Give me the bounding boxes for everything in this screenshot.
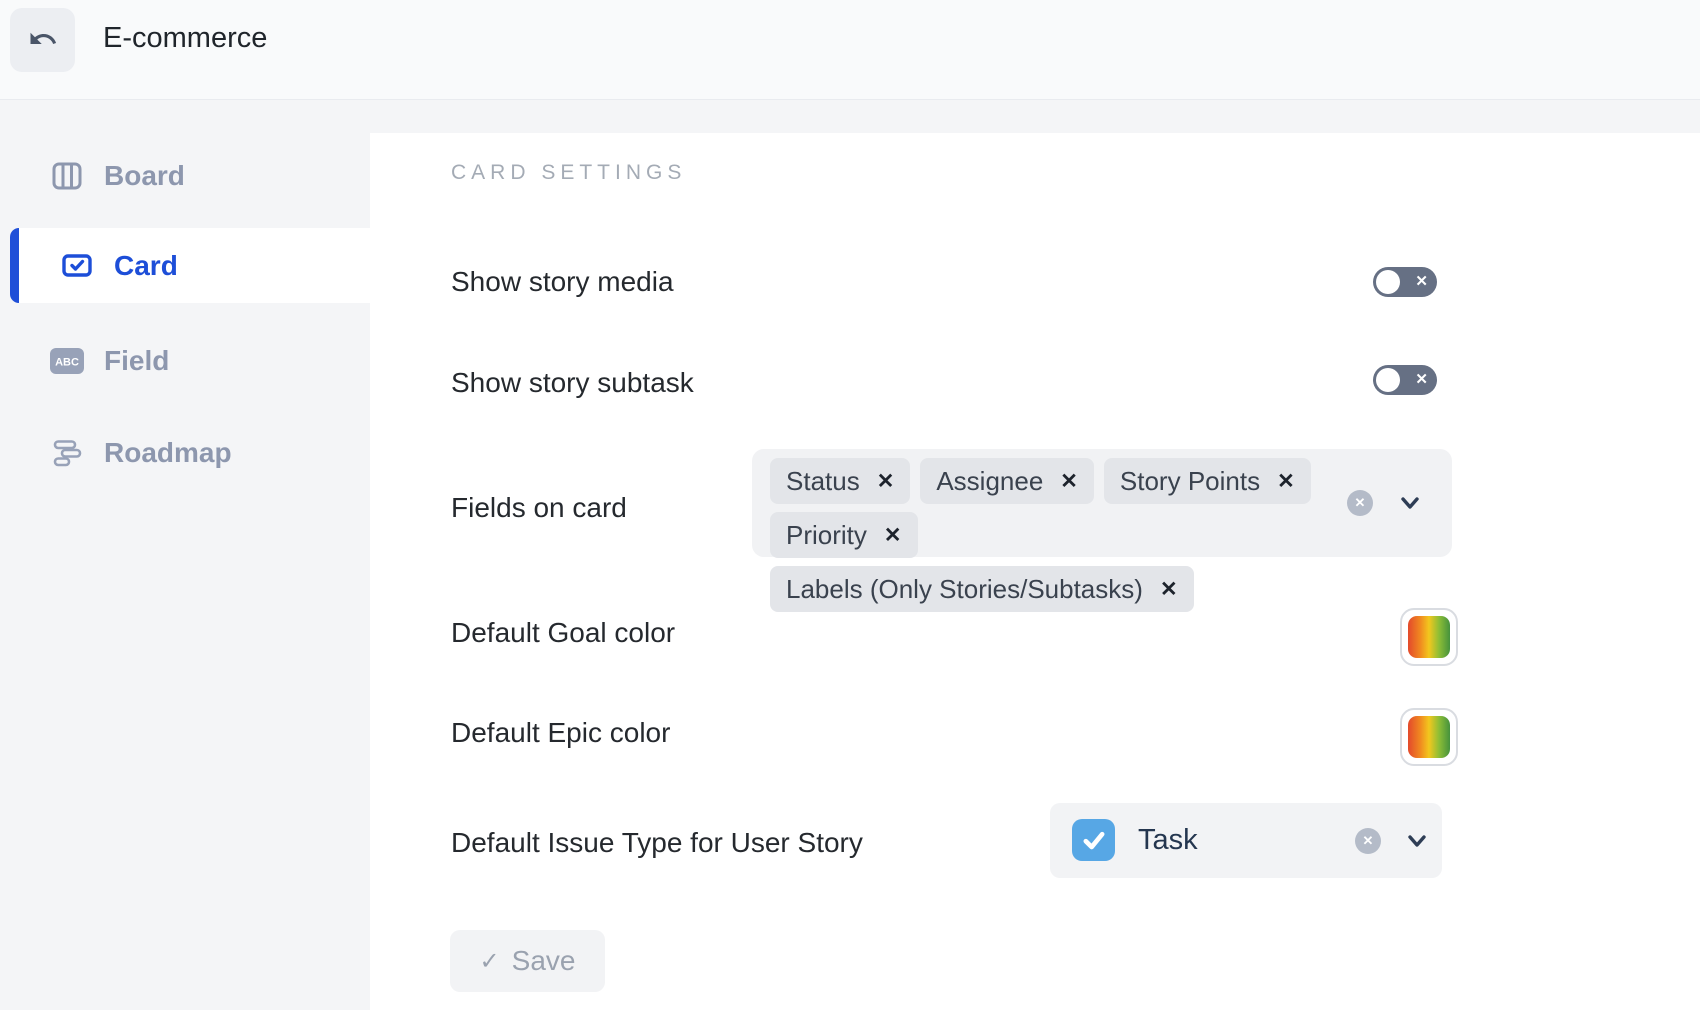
sidebar-item-label: Card <box>114 250 178 282</box>
card-check-icon <box>60 254 94 277</box>
remove-tag-icon[interactable]: ✕ <box>1160 577 1178 602</box>
remove-tag-icon[interactable]: ✕ <box>877 469 895 494</box>
page-header: E-commerce <box>0 0 1700 100</box>
project-settings-page: E-commerce Board Card <box>0 0 1700 1010</box>
gradient-swatch <box>1408 716 1450 758</box>
field-tag-label: Priority <box>786 520 867 551</box>
fields-on-card-multiselect[interactable]: Status ✕ Assignee ✕ Story Points ✕ Prior… <box>752 449 1452 557</box>
svg-text:ABC: ABC <box>55 356 79 368</box>
show-story-media-label: Show story media <box>451 266 674 298</box>
field-tag-label: Status <box>786 466 860 497</box>
roadmap-bars-icon <box>50 438 84 468</box>
field-tag-label: Story Points <box>1120 466 1260 497</box>
toggle-knob <box>1376 270 1400 294</box>
toggle-off-x-icon: ✕ <box>1415 365 1428 395</box>
card-settings-panel: CARD SETTINGS Show story media ✕ Show st… <box>370 133 1700 1010</box>
sidebar-item-card[interactable]: Card <box>10 228 370 303</box>
clear-all-icon[interactable]: ✕ <box>1347 490 1373 516</box>
chevron-down-icon[interactable] <box>1405 830 1429 857</box>
default-goal-color-label: Default Goal color <box>451 617 675 649</box>
default-epic-color-label: Default Epic color <box>451 717 670 749</box>
settings-sidebar: Board Card ABC Field <box>0 101 370 1010</box>
show-story-media-toggle[interactable]: ✕ <box>1373 267 1437 297</box>
issue-type-select[interactable]: Task ✕ <box>1050 803 1442 878</box>
issue-type-value: Task <box>1138 803 1198 878</box>
field-tag-label: Labels (Only Stories/Subtasks) <box>786 574 1143 605</box>
abc-field-icon: ABC <box>50 348 84 374</box>
sidebar-item-label: Board <box>104 160 185 192</box>
field-tag-label: Assignee <box>936 466 1043 497</box>
clear-selection-icon[interactable]: ✕ <box>1355 828 1381 854</box>
sidebar-item-label: Field <box>104 345 169 377</box>
save-button[interactable]: ✓ Save <box>450 930 605 992</box>
default-issue-type-label: Default Issue Type for User Story <box>451 827 863 859</box>
back-button[interactable] <box>10 8 75 72</box>
field-tag: Priority ✕ <box>770 512 918 558</box>
board-columns-icon <box>50 162 84 190</box>
sidebar-item-label: Roadmap <box>104 437 232 469</box>
save-button-label: Save <box>512 945 576 977</box>
remove-tag-icon[interactable]: ✕ <box>1060 469 1078 494</box>
toggle-off-x-icon: ✕ <box>1415 267 1428 297</box>
gradient-swatch <box>1408 616 1450 658</box>
remove-tag-icon[interactable]: ✕ <box>884 523 902 548</box>
field-tag: Labels (Only Stories/Subtasks) ✕ <box>770 566 1194 612</box>
section-title: CARD SETTINGS <box>451 161 686 185</box>
fields-on-card-label: Fields on card <box>451 492 627 524</box>
sidebar-item-field[interactable]: ABC Field <box>0 323 370 398</box>
task-checkbox-icon <box>1072 819 1115 861</box>
sidebar-item-roadmap[interactable]: Roadmap <box>0 415 370 490</box>
show-story-subtask-label: Show story subtask <box>451 367 694 399</box>
undo-arrow-icon <box>28 24 58 57</box>
default-goal-color-picker[interactable] <box>1400 608 1458 666</box>
field-tag: Assignee ✕ <box>920 458 1094 504</box>
page-title: E-commerce <box>103 0 267 76</box>
toggle-knob <box>1376 368 1400 392</box>
field-tag: Status ✕ <box>770 458 910 504</box>
check-icon: ✓ <box>480 947 500 976</box>
remove-tag-icon[interactable]: ✕ <box>1277 469 1295 494</box>
sidebar-item-board[interactable]: Board <box>0 138 370 213</box>
chevron-down-icon[interactable] <box>1398 492 1422 519</box>
show-story-subtask-toggle[interactable]: ✕ <box>1373 365 1437 395</box>
field-tag: Story Points ✕ <box>1104 458 1311 504</box>
default-epic-color-picker[interactable] <box>1400 708 1458 766</box>
